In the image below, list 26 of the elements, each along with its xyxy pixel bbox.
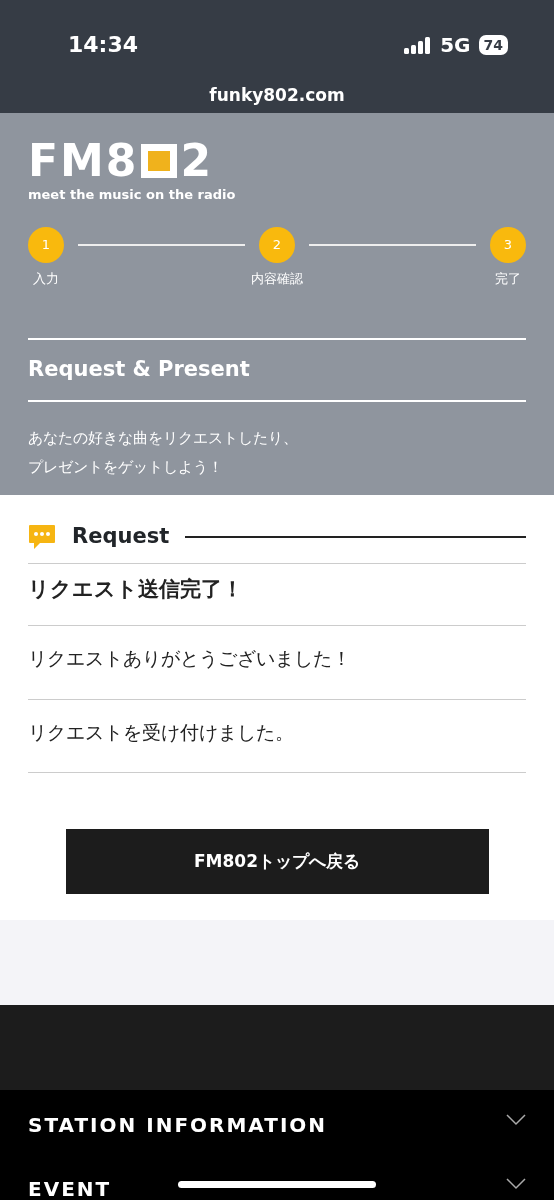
intro-text: あなたの好きな曲をリクエストしたり、 (28, 427, 299, 449)
step-label: 入力 (33, 269, 59, 288)
step-label: 内容確認 (251, 269, 303, 288)
section-title: Request (72, 523, 170, 550)
back-to-top-button[interactable]: FM802トップへ戻る (65, 829, 489, 894)
chevron-down-icon[interactable] (506, 1114, 526, 1126)
logo-square-icon (141, 144, 178, 178)
footer-menu-item[interactable]: EVENT (28, 1174, 112, 1200)
step-circle: 2 (259, 226, 295, 263)
completion-heading: リクエスト送信完了！ (28, 575, 244, 603)
message-text: リクエストありがとうございました！ (28, 646, 352, 671)
intro-text: プレゼントをゲットしよう！ (28, 456, 224, 478)
chat-bubble-icon (28, 523, 56, 550)
signal-icon (404, 35, 433, 54)
url-label: funky802.com (208, 84, 346, 107)
message-text: リクエストを受け付けました。 (28, 719, 295, 745)
logo-tagline: meet the music on the radio (28, 186, 236, 204)
page-title: Request & Present (28, 338, 526, 402)
footer-menu-item[interactable]: STATION INFORMATION (28, 1110, 328, 1140)
network-label: 5G (440, 31, 471, 59)
chevron-down-icon[interactable] (506, 1178, 526, 1190)
step-circle: 1 (28, 226, 64, 263)
step-label: 完了 (495, 269, 521, 288)
battery-icon: 74 (478, 34, 508, 55)
status-time: 14:34 (68, 31, 139, 59)
step-circle: 3 (490, 226, 526, 263)
